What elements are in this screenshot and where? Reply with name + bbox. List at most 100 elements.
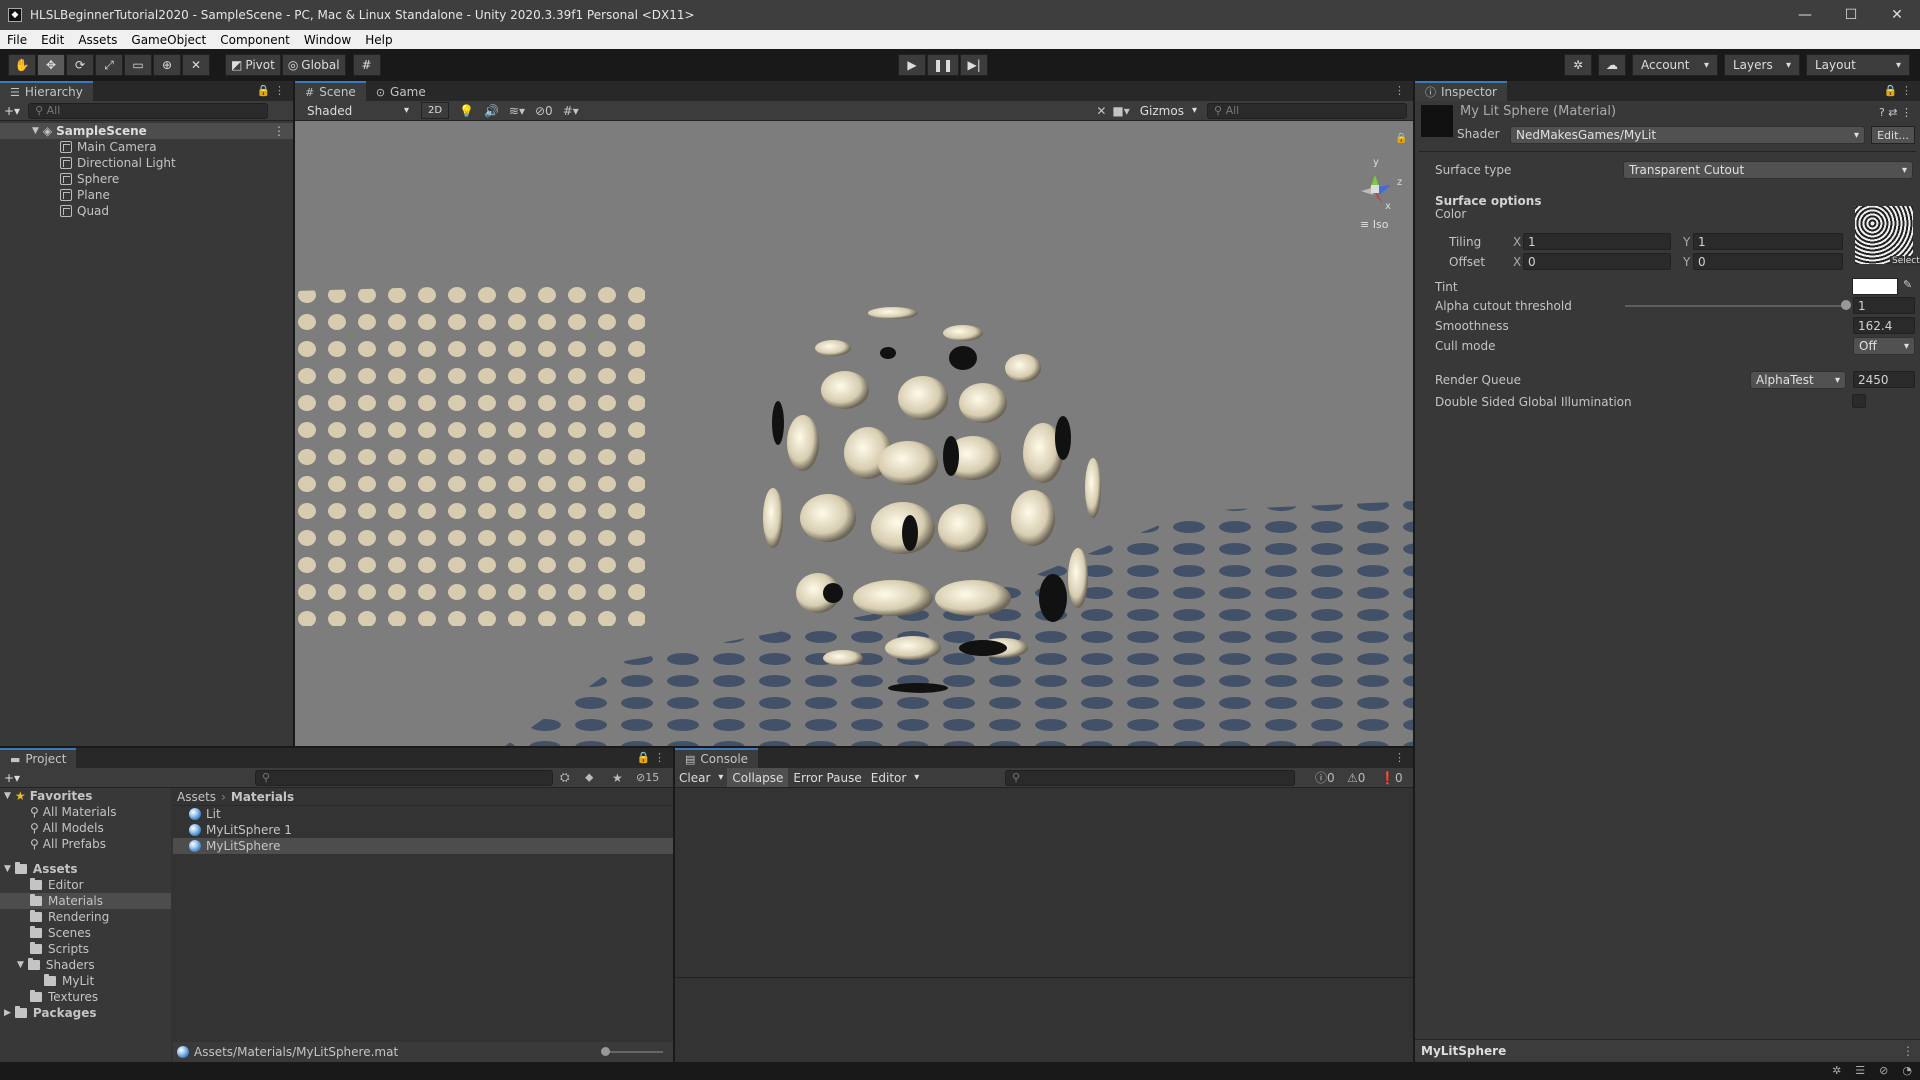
tab-scene[interactable]: # Scene <box>295 81 366 101</box>
grid-icon[interactable]: #▾ <box>563 104 579 118</box>
console-menu-icon[interactable]: ⋮ <box>1394 751 1405 764</box>
header-icons[interactable]: ? ⇄ ⋮ <box>1879 106 1912 119</box>
hierarchy-item[interactable]: Quad <box>0 203 293 219</box>
edit-shader-button[interactable]: Edit... <box>1871 126 1915 144</box>
shader-dropdown[interactable]: NedMakesGames/MyLit <box>1510 126 1865 144</box>
tab-project[interactable]: ▬ Project <box>0 748 77 768</box>
preview-menu-icon[interactable]: ⋮ <box>1902 1044 1914 1058</box>
hidden-objects-icon[interactable]: ⊘0 <box>535 104 553 118</box>
folder-item[interactable]: Editor <box>0 877 171 893</box>
dsgi-checkbox[interactable] <box>1852 394 1866 408</box>
effects-icon[interactable]: ≋▾ <box>509 104 525 118</box>
notification-icon[interactable]: ◔ <box>1902 1064 1912 1077</box>
maximize-button[interactable]: ☐ <box>1828 0 1874 30</box>
scene-viewport[interactable]: y z x ≡ Iso 🔒 <box>295 121 1413 746</box>
offset-x-field[interactable]: 0 <box>1523 253 1671 270</box>
tab-hierarchy[interactable]: ☰ Hierarchy <box>0 81 93 101</box>
alpha-slider-track[interactable] <box>1625 305 1847 307</box>
minimize-button[interactable]: — <box>1782 0 1828 30</box>
hierarchy-item[interactable]: Directional Light <box>0 155 293 171</box>
scene-panel-menu-icon[interactable]: ⋮ <box>1394 84 1405 97</box>
project-search-input[interactable]: ⚲ <box>255 769 553 786</box>
render-queue-mode-dropdown[interactable]: AlphaTest <box>1750 371 1846 389</box>
cloud-icon[interactable]: ☁ <box>1598 54 1626 76</box>
folder-item[interactable]: Rendering <box>0 909 171 925</box>
assets-root-row[interactable]: ▼ Assets <box>0 861 171 877</box>
lighting-icon[interactable]: 💡 <box>459 104 474 118</box>
debug-mode-icon[interactable]: ⊘ <box>1879 1064 1888 1077</box>
render-queue-field[interactable]: 2450 <box>1853 371 1915 388</box>
tab-console[interactable]: ▤ Console <box>675 748 759 768</box>
packages-row[interactable]: ▶ Packages <box>0 1005 171 1021</box>
log-count-toggle[interactable]: ⓘ0 <box>1315 769 1335 786</box>
folder-item[interactable]: MyLit <box>0 973 171 989</box>
surface-type-dropdown[interactable]: Transparent Cutout <box>1623 161 1913 179</box>
hierarchy-search-input[interactable]: ⚲ All <box>28 102 269 119</box>
menu-help[interactable]: Help <box>358 33 399 47</box>
play-button[interactable]: ▶ <box>898 54 926 76</box>
tools-icon[interactable]: ✕ <box>1096 104 1106 118</box>
console-search-input[interactable]: ⚲ <box>1005 769 1295 786</box>
tab-inspector[interactable]: ⓘ Inspector <box>1415 81 1507 101</box>
projection-label[interactable]: ≡ Iso <box>1360 218 1389 231</box>
menu-gameobject[interactable]: GameObject <box>124 33 213 47</box>
folder-item[interactable]: Scenes <box>0 925 171 941</box>
console-split-divider[interactable] <box>675 977 1413 978</box>
menu-file[interactable]: File <box>0 33 34 47</box>
asset-item[interactable]: MyLitSphere <box>173 838 673 854</box>
error-pause-toggle[interactable]: Error Pause <box>788 768 867 787</box>
icon-size-slider[interactable] <box>603 1051 663 1053</box>
favorite-star-icon[interactable]: ★ <box>612 771 623 785</box>
project-menu-icon[interactable]: 🔒 ⋮ <box>637 751 665 764</box>
favorite-item[interactable]: ⚲ All Prefabs <box>0 836 171 852</box>
menu-assets[interactable]: Assets <box>71 33 124 47</box>
custom-tool-icon[interactable]: ✕ <box>182 54 210 76</box>
hierarchy-item[interactable]: Main Camera <box>0 139 293 155</box>
cull-mode-dropdown[interactable]: Off <box>1853 337 1915 355</box>
scene-search-input[interactable]: ⚲ All <box>1207 102 1407 119</box>
favorite-item[interactable]: ⚲ All Models <box>0 820 171 836</box>
smoothness-field[interactable]: 162.4 <box>1853 317 1915 334</box>
rect-tool-icon[interactable]: ▭ <box>124 54 152 76</box>
eyedropper-icon[interactable]: ✎ <box>1903 278 1912 291</box>
filter-label-icon[interactable]: ⬥ <box>585 770 593 785</box>
menu-window[interactable]: Window <box>297 33 358 47</box>
folder-item[interactable]: Textures <box>0 989 171 1005</box>
move-tool-icon[interactable]: ✥ <box>37 54 65 76</box>
scene-menu-icon[interactable]: ⋮ <box>273 124 285 138</box>
hidden-packages-icon[interactable]: ⊘15 <box>636 771 659 784</box>
audio-icon[interactable]: 🔊 <box>484 104 499 118</box>
layers-dropdown[interactable]: Layers <box>1724 54 1800 76</box>
scale-tool-icon[interactable]: ⤢ <box>95 54 123 76</box>
layout-dropdown[interactable]: Layout <box>1806 54 1910 76</box>
2d-toggle[interactable]: 2D <box>421 102 449 119</box>
shading-mode-dropdown[interactable]: Shaded <box>299 102 417 119</box>
clear-dropdown[interactable]: Clear <box>675 768 728 787</box>
folder-item[interactable]: ▼ Shaders <box>0 957 171 973</box>
gizmos-dropdown[interactable]: Gizmos <box>1135 102 1201 119</box>
inspector-menu-icon[interactable]: 🔒 ⋮ <box>1884 84 1912 97</box>
tab-game[interactable]: ⊙ Game <box>365 81 436 101</box>
global-toggle[interactable]: ◎ Global <box>281 54 346 76</box>
auto-generate-lighting-icon[interactable]: ✲ <box>1832 1064 1841 1077</box>
asset-item[interactable]: Lit <box>173 806 673 822</box>
add-object-button[interactable]: +▾ <box>4 104 20 118</box>
transform-tool-icon[interactable]: ⊕ <box>153 54 181 76</box>
pivot-toggle[interactable]: ◩ Pivot <box>225 54 281 76</box>
alpha-slider-handle[interactable] <box>1841 300 1851 310</box>
error-count-toggle[interactable]: ❗0 <box>1380 771 1403 785</box>
gizmo-lock-icon[interactable]: 🔒 <box>1395 132 1407 144</box>
tint-color-swatch[interactable] <box>1852 278 1898 295</box>
camera-icon[interactable]: ■▾ <box>1112 104 1129 118</box>
editor-dropdown[interactable]: Editor <box>866 768 924 787</box>
step-button[interactable]: ▶| <box>960 54 989 76</box>
menu-component[interactable]: Component <box>213 33 297 47</box>
select-texture-button[interactable]: Select <box>1890 256 1920 266</box>
hierarchy-item[interactable]: Sphere <box>0 171 293 187</box>
tiling-y-field[interactable]: 1 <box>1693 233 1843 250</box>
collapse-toggle[interactable]: Collapse <box>727 768 789 787</box>
folder-item[interactable]: Scripts <box>0 941 171 957</box>
hierarchy-item[interactable]: Plane <box>0 187 293 203</box>
breadcrumb-item[interactable]: Materials <box>231 790 294 804</box>
rotate-tool-icon[interactable]: ⟳ <box>66 54 94 76</box>
